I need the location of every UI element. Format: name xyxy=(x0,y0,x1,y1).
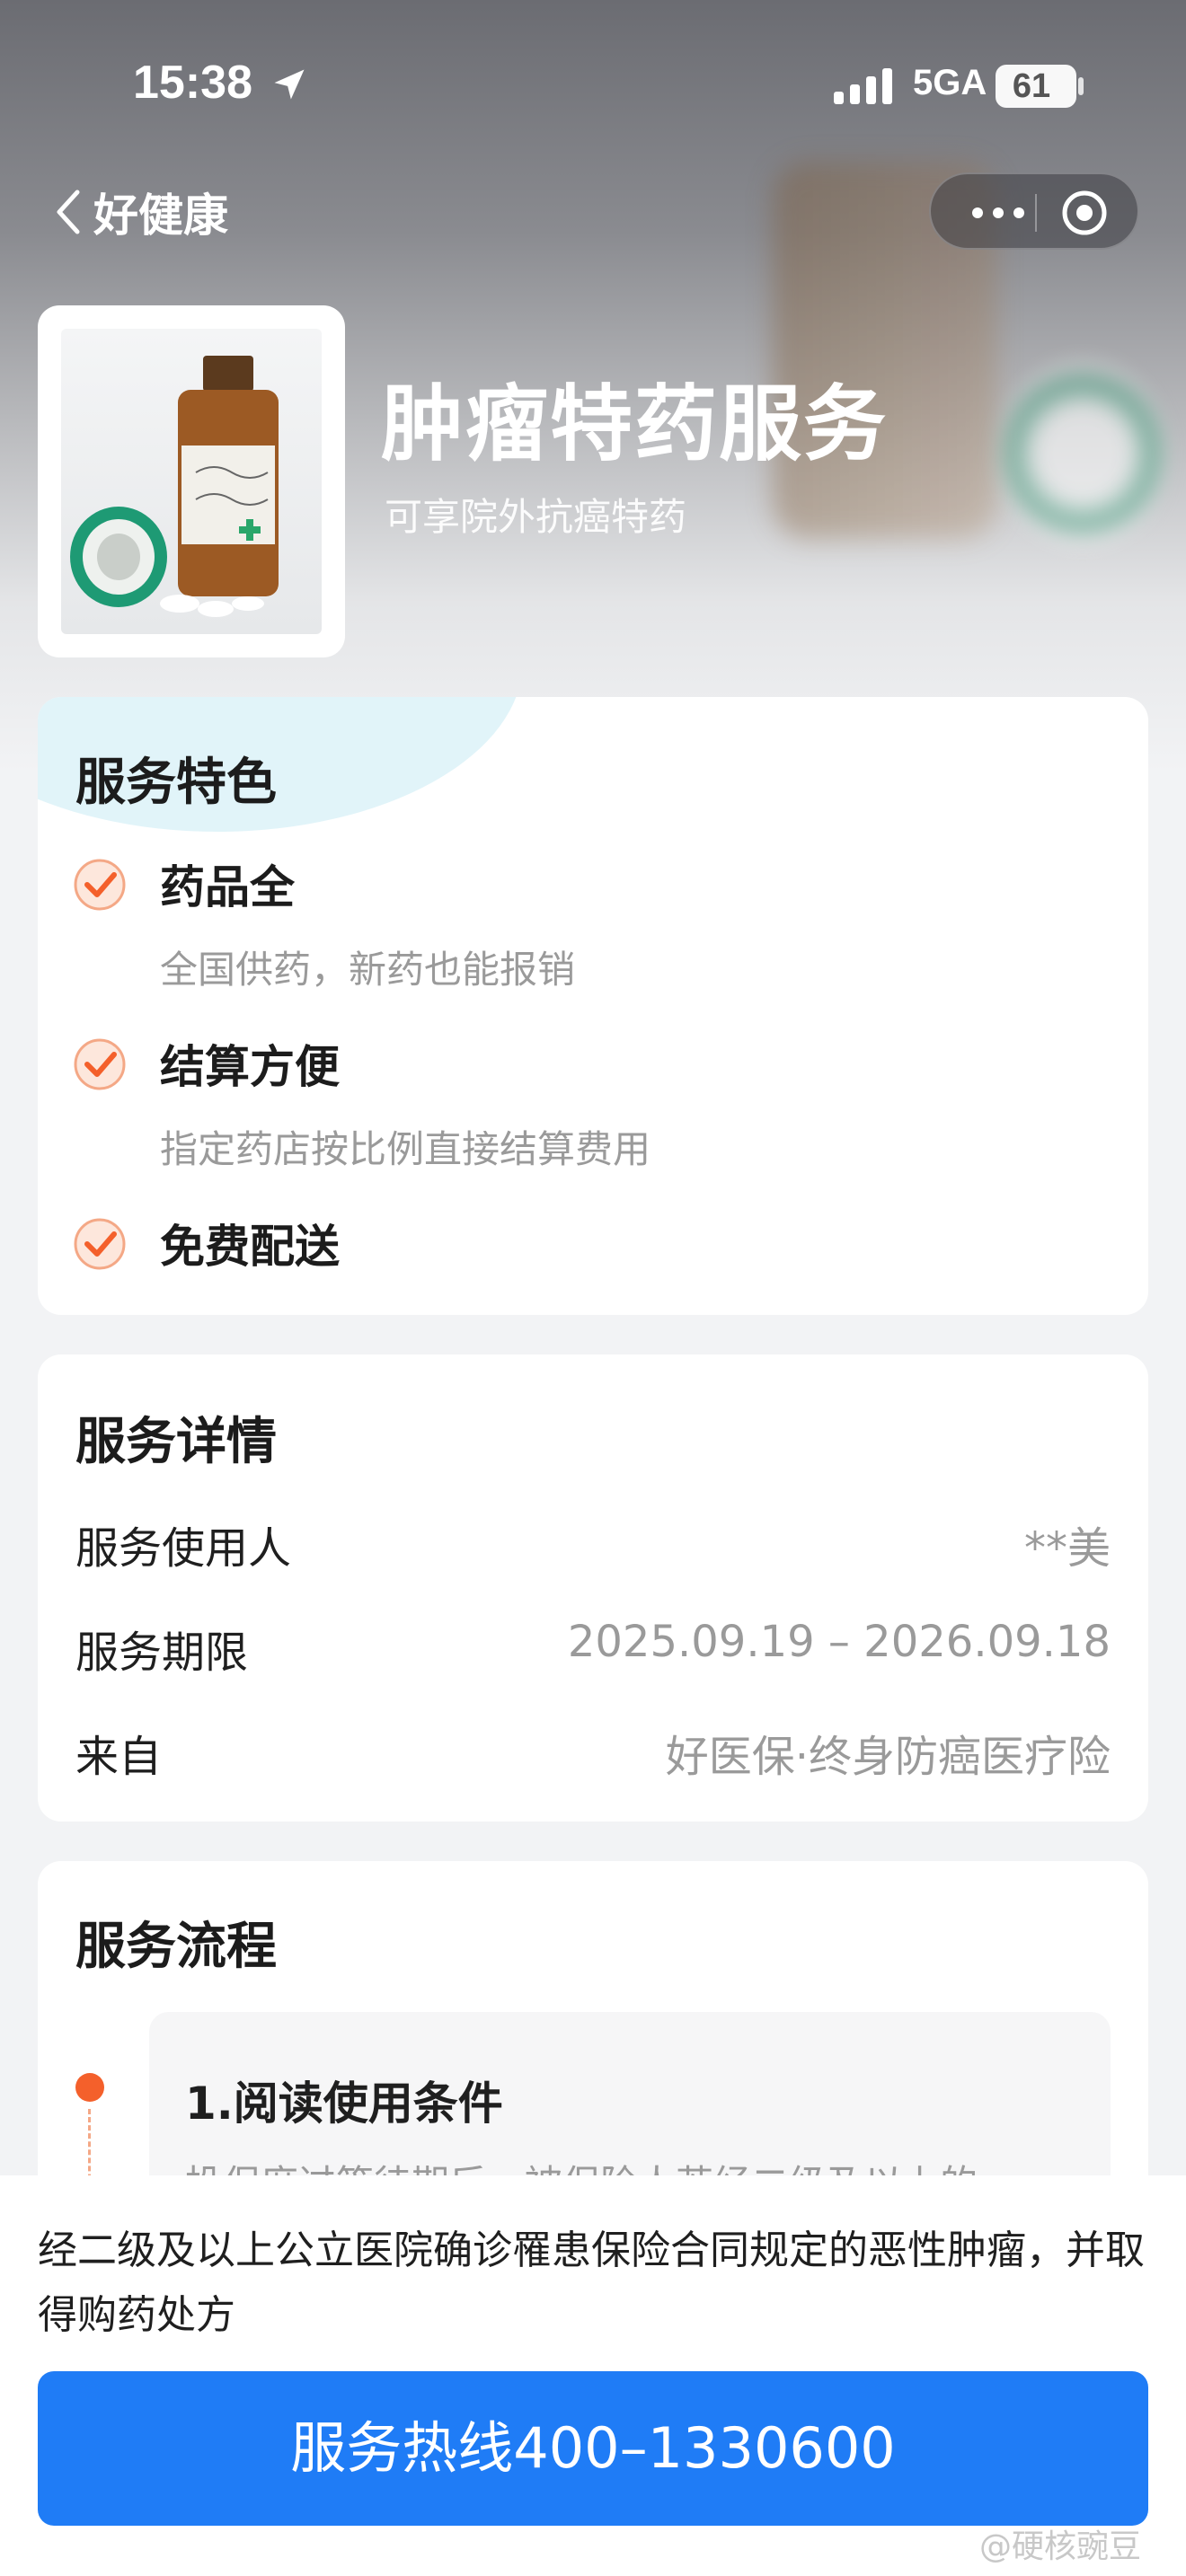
location-arrow-icon xyxy=(274,69,305,100)
detail-label-source: 来自 xyxy=(75,1732,163,1782)
step-dot xyxy=(75,2073,104,2102)
miniprogram-capsule xyxy=(929,172,1139,250)
capsule-divider xyxy=(1035,194,1037,232)
process-title: 服务流程 xyxy=(75,1918,277,1976)
chevron-left-icon xyxy=(57,190,80,234)
bottom-panel: 经二级及以上公立医院确诊罹患保险合同规定的恶性肿瘤，并取得购药处方 服务热线40… xyxy=(0,2175,1186,2576)
back-button[interactable]: 好健康 xyxy=(50,176,266,248)
signal-icon xyxy=(834,68,892,104)
check-badge-icon xyxy=(74,1218,126,1270)
details-title: 服务详情 xyxy=(75,1413,277,1471)
detail-label-user: 服务使用人 xyxy=(75,1523,292,1574)
check-badge-icon xyxy=(74,859,126,911)
detail-value-source: 好医保·终身防癌医疗险 xyxy=(665,1732,1111,1782)
feature-title: 结算方便 xyxy=(160,1041,340,1093)
features-card: 服务特色 药品全 全国供药，新药也能报销 结算方便 指定药店按比例直接结算费用 … xyxy=(38,697,1148,1315)
hotline-button[interactable]: 服务热线400–1330600 xyxy=(38,2371,1148,2526)
service-details-card: 服务详情 服务使用人 **美 服务期限 2025.09.19 – 2026.09… xyxy=(38,1354,1148,1822)
feature-title: 免费配送 xyxy=(160,1221,340,1273)
detail-value-user: **美 xyxy=(1023,1523,1111,1574)
nav-title: 好健康 xyxy=(93,190,228,242)
medicine-bottle-image xyxy=(61,329,322,634)
detail-value-period: 2025.09.19 – 2026.09.18 xyxy=(567,1617,1111,1667)
status-bar: 15:38 5GA 61 xyxy=(0,0,1186,162)
step-title: 1.阅读使用条件 xyxy=(185,2078,503,2130)
features-title: 服务特色 xyxy=(75,754,277,812)
target-circle-icon[interactable] xyxy=(1053,181,1116,244)
feature-desc: 全国供药，新药也能报销 xyxy=(160,948,576,992)
battery-level: 61 xyxy=(1012,67,1051,105)
service-subtitle: 可享院外抗癌特药 xyxy=(385,495,687,539)
medicine-bottle-illustration xyxy=(70,356,279,617)
hero-cap-image xyxy=(997,359,1168,548)
check-badge-icon xyxy=(74,1038,126,1090)
battery-nub xyxy=(1078,77,1084,95)
service-thumbnail xyxy=(38,305,345,657)
watermark-text: @硬核豌豆 xyxy=(979,2528,1142,2565)
service-title: 肿瘤特药服务 xyxy=(381,376,889,472)
detail-label-period: 服务期限 xyxy=(75,1628,249,1678)
feature-desc: 指定药店按比例直接结算费用 xyxy=(160,1127,651,1171)
network-type: 5GA xyxy=(913,63,987,102)
more-dots-icon[interactable] xyxy=(958,174,1039,251)
feature-title: 药品全 xyxy=(160,861,295,913)
status-time: 15:38 xyxy=(133,57,252,109)
eligibility-text: 经二级及以上公立医院确诊罹患保险合同规定的恶性肿瘤，并取得购药处方 xyxy=(38,2228,1145,2338)
